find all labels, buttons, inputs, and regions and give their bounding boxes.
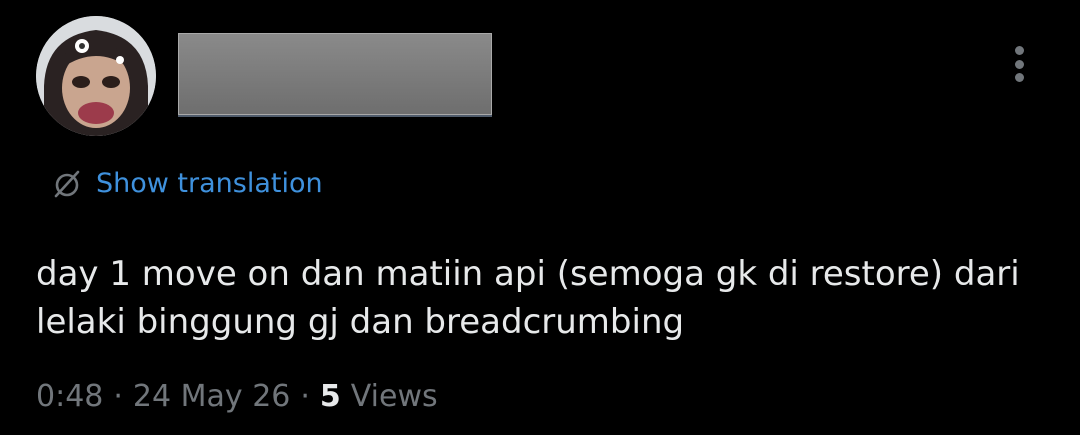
views-label[interactable]: Views	[351, 379, 438, 414]
author-name-redacted	[178, 33, 492, 115]
tweet-text: day 1 move on dan matiin api (semoga gk …	[36, 254, 1020, 342]
tweet-meta: 0:48 · 24 May 26 · 5 Views	[36, 379, 438, 414]
tweet-time[interactable]: 0:48	[36, 379, 103, 414]
views-count[interactable]: 5	[320, 379, 341, 414]
globe-icon	[54, 170, 80, 198]
meta-separator: ·	[300, 379, 310, 414]
avatar[interactable]	[36, 16, 156, 136]
avatar-image	[36, 16, 156, 136]
meta-separator: ·	[113, 379, 123, 414]
more-horizontal-icon	[1014, 46, 1024, 55]
tweet-date[interactable]: 24 May 26	[133, 379, 290, 414]
show-translation-link[interactable]: Show translation	[50, 166, 323, 200]
show-translation-label: Show translation	[96, 167, 323, 199]
more-options-button[interactable]	[1003, 42, 1035, 86]
